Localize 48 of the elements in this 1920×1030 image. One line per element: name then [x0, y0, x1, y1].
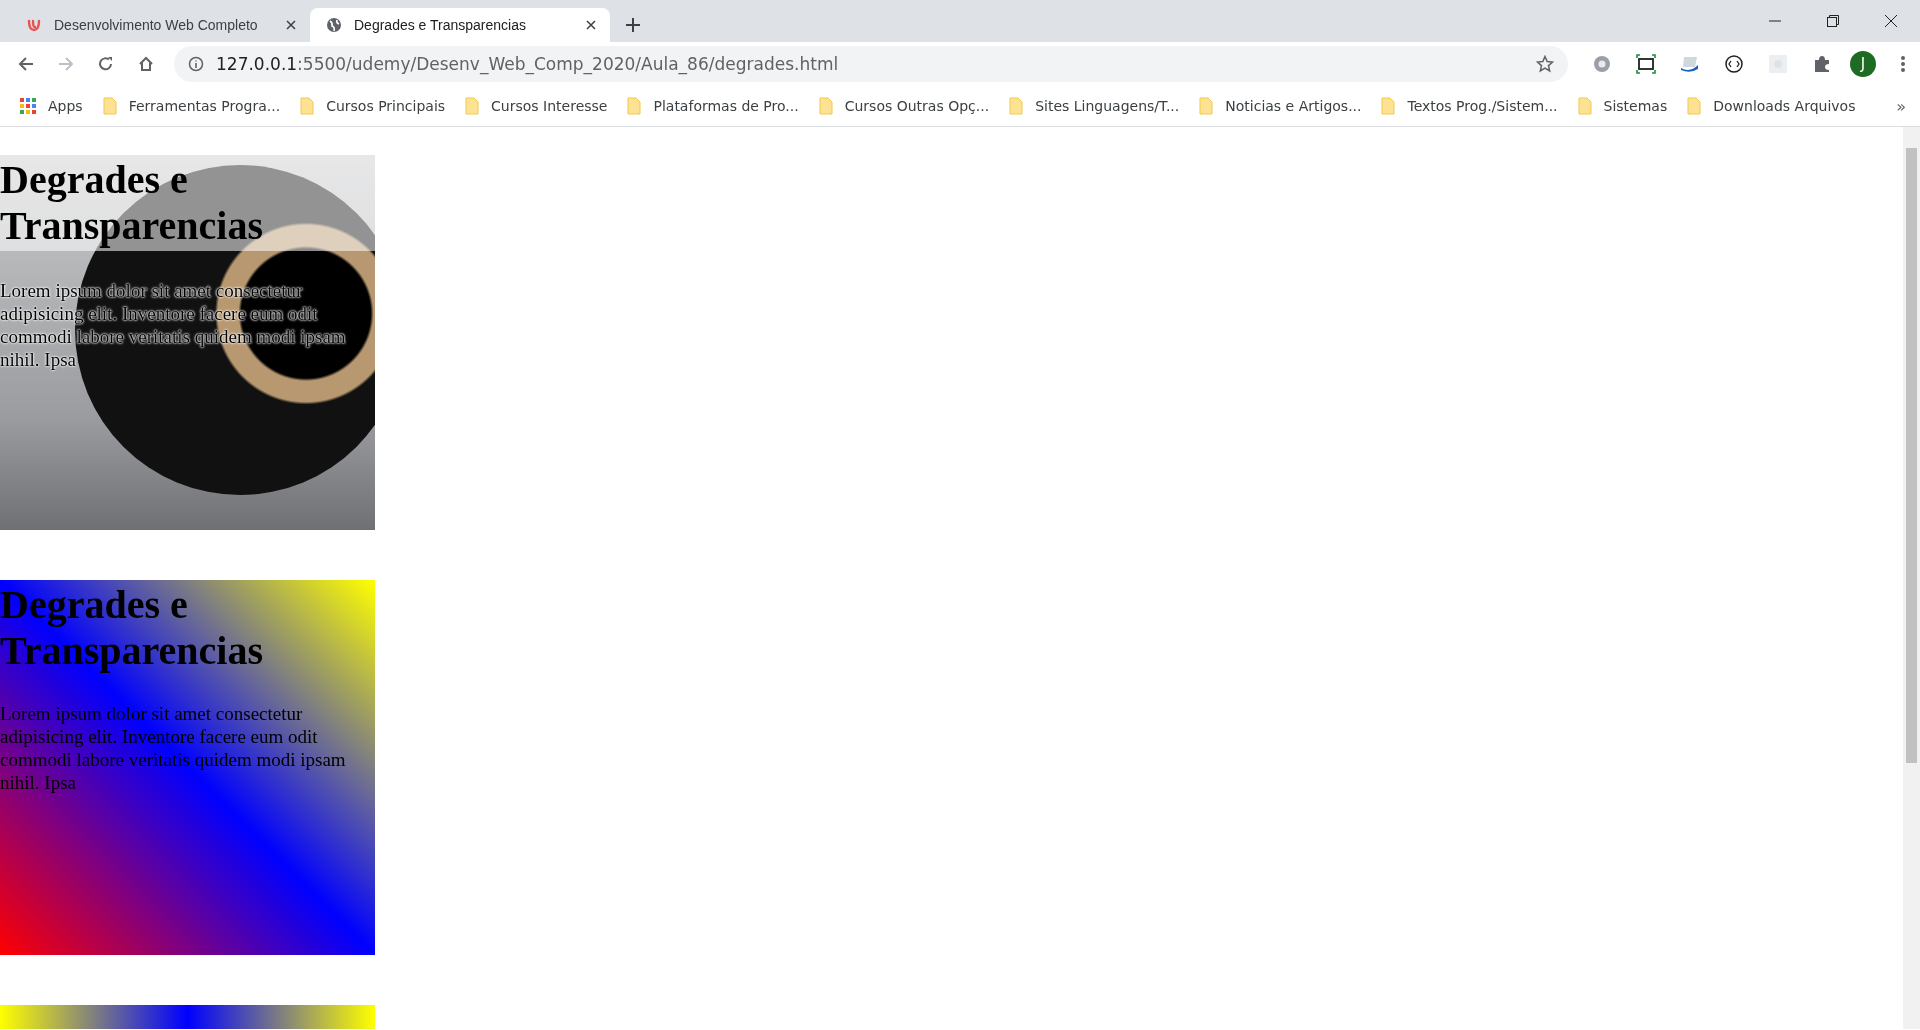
folder-icon	[818, 97, 833, 115]
reload-icon[interactable]	[98, 56, 114, 72]
close-icon[interactable]	[586, 20, 596, 30]
bookmark[interactable]: Sistemas	[1577, 97, 1668, 115]
scrollbar[interactable]	[1903, 127, 1920, 1029]
card-heading: Degrades e Transparencias	[0, 581, 264, 674]
bookmark[interactable]: Cursos Interesse	[465, 97, 608, 115]
card-paragraph: Lorem ipsum dolor sit amet consectetur adipisicing elit. Inventore facere eum odit commodi labore veritatis quidem modi ipsam nihil. Ipsa	[0, 702, 347, 794]
logo-icon	[26, 17, 42, 33]
apps-grid-icon	[20, 98, 36, 114]
close-icon[interactable]	[286, 20, 296, 30]
more-bookmarks-button[interactable]: »	[1896, 96, 1906, 116]
menu-icon[interactable]	[1900, 55, 1906, 73]
browser-tab[interactable]: Degrades e Transparencias	[310, 8, 610, 42]
folder-icon	[627, 97, 642, 115]
restore-icon[interactable]	[1827, 15, 1839, 27]
bookmark[interactable]: Cursos Outras Opç...	[818, 97, 990, 115]
screen-icon[interactable]	[1636, 54, 1656, 74]
folder-icon	[1199, 97, 1214, 115]
folder-icon	[1687, 97, 1702, 115]
url-text: 127.0.0.1:5500/udemy/Desenv_Web_Comp_2020/Aula_86/degrades.html	[216, 54, 839, 74]
back-icon[interactable]	[18, 56, 34, 72]
folder-icon	[102, 97, 117, 115]
bookmark[interactable]: Apps	[20, 98, 83, 114]
star-icon[interactable]	[1536, 55, 1554, 73]
puzzle-icon[interactable]	[1812, 54, 1832, 74]
home-icon[interactable]	[138, 56, 154, 72]
profile-avatar[interactable]: J	[1850, 51, 1876, 77]
bookmark[interactable]: Noticias e Artigos...	[1199, 97, 1362, 115]
folder-icon	[465, 97, 480, 115]
address-bar[interactable]: 127.0.0.1:5500/udemy/Desenv_Web_Comp_2020/Aula_86/degrades.html	[174, 46, 1568, 82]
folder-icon	[1577, 97, 1592, 115]
code-icon[interactable]	[1724, 54, 1744, 74]
folder-icon	[300, 97, 315, 115]
bookmark[interactable]: Cursos Principais	[300, 97, 446, 115]
folder-icon	[1381, 97, 1396, 115]
info-icon[interactable]	[188, 56, 204, 72]
close-icon[interactable]	[1885, 15, 1897, 27]
bookmark[interactable]: Plataformas de Pro...	[627, 97, 799, 115]
folder-icon	[1009, 97, 1024, 115]
bookmark[interactable]: Downloads Arquivos	[1687, 97, 1856, 115]
globe-icon	[326, 17, 342, 33]
browser-tab[interactable]: Desenvolvimento Web Completo	[10, 8, 310, 42]
new-tab-icon[interactable]	[626, 18, 640, 32]
bookmark[interactable]: Sites Linguagens/T...	[1009, 97, 1180, 115]
laptop-icon[interactable]	[1680, 54, 1700, 74]
bookmark[interactable]: Ferramentas Progra...	[102, 97, 281, 115]
bookmark[interactable]: Textos Prog./Sistem...	[1381, 97, 1558, 115]
